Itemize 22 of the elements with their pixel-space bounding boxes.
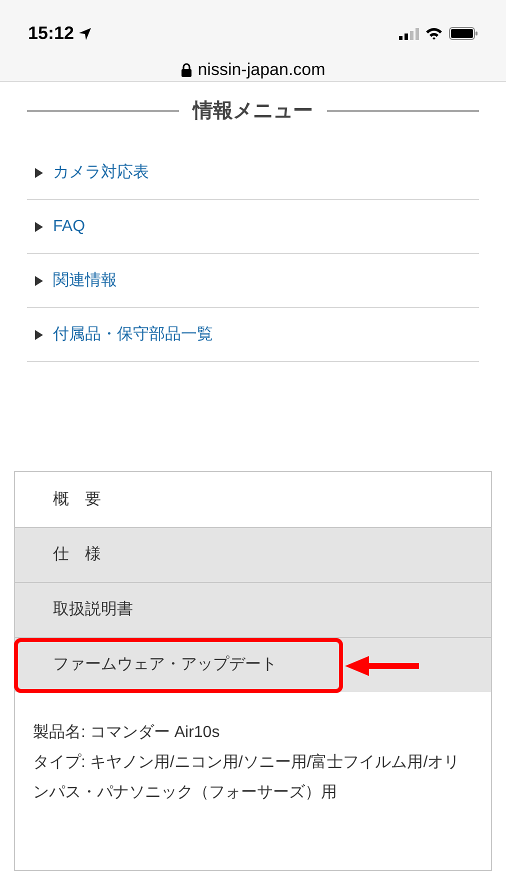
url-text[interactable]: nissin-japan.com [198, 57, 326, 82]
triangle-icon [35, 276, 43, 286]
triangle-icon [35, 330, 43, 340]
menu-link[interactable]: FAQ [53, 214, 86, 238]
menu-link[interactable]: 関連情報 [53, 268, 117, 292]
product-info-text: 製品名: コマンダー Air10s [33, 722, 221, 743]
product-info-text: タイプ: キヤノン用/ニコン用/ソニー用/富士フイルム用/オリンパス・パナソニック（フォーサーズ）用 [33, 752, 461, 803]
menu-link[interactable]: カメラ対応表 [53, 160, 149, 184]
menu-link[interactable]: 付属品・保守部品一覧 [53, 322, 213, 346]
wifi-icon [425, 27, 443, 40]
triangle-icon [35, 222, 43, 232]
status-time: 15:12 [28, 22, 74, 45]
battery-icon [449, 27, 478, 40]
triangle-icon [35, 168, 43, 178]
tab[interactable]: ファームウェア・アップデート [15, 637, 491, 692]
signal-icon [399, 28, 419, 40]
tab[interactable]: 取扱説明書 [15, 582, 491, 637]
location-icon [78, 26, 92, 40]
tab[interactable]: 仕 様 [15, 527, 491, 582]
arrow-icon [345, 656, 419, 676]
lock-icon [180, 62, 192, 77]
section-title: 情報メニュー [193, 99, 313, 124]
